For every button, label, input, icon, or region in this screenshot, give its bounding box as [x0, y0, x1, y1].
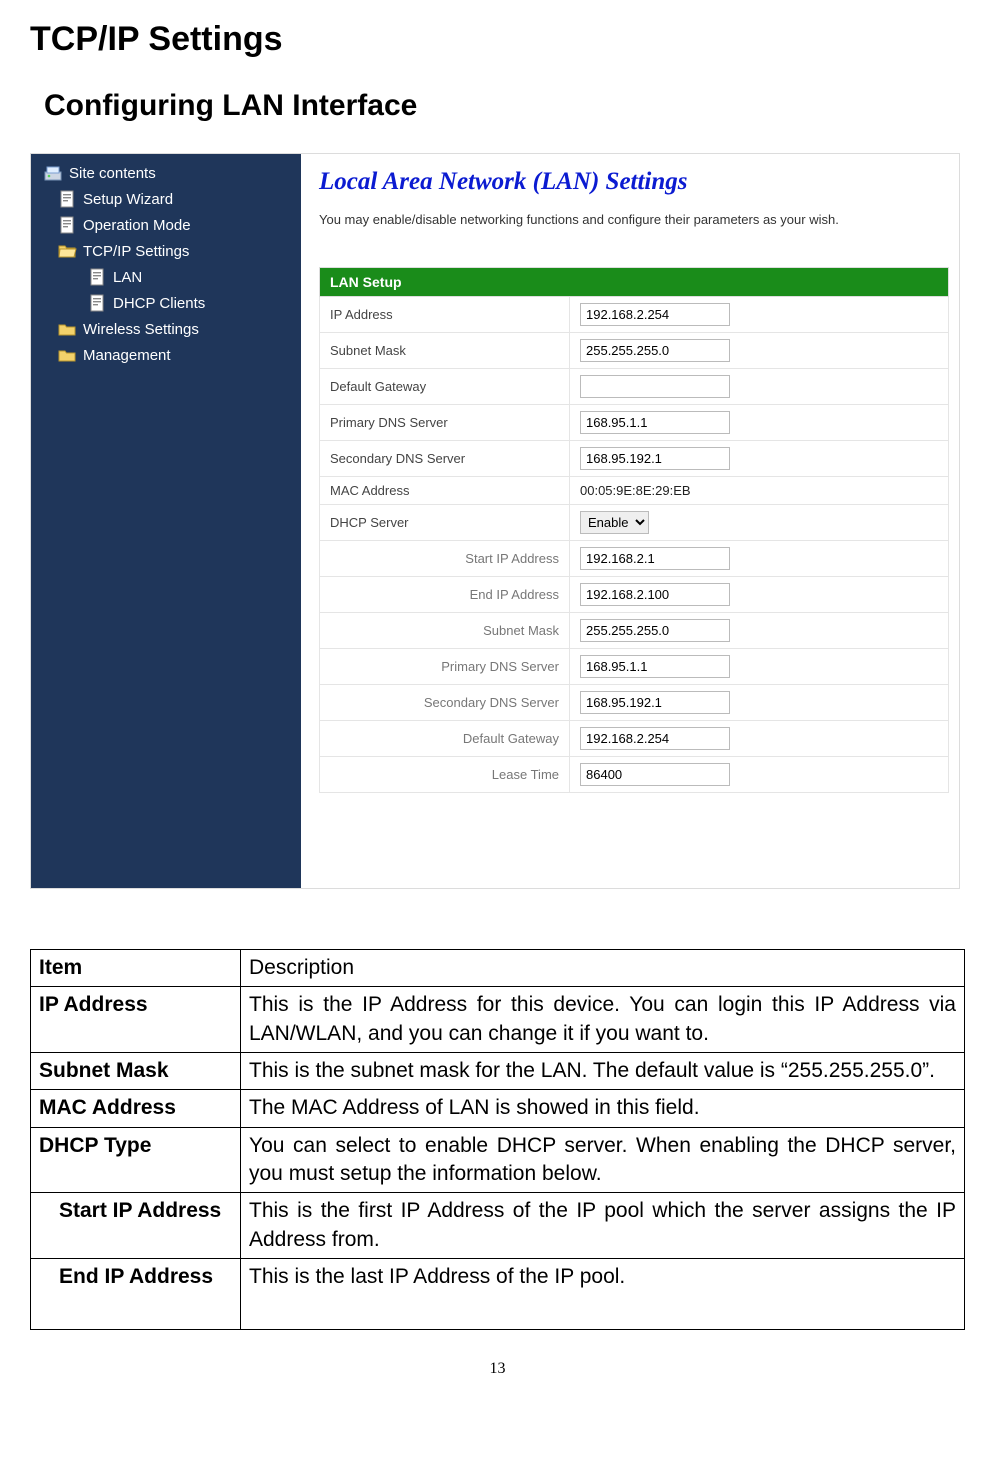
row-item: Subnet Mask	[31, 1053, 241, 1090]
page-title-h2: Configuring LAN Interface	[44, 89, 965, 123]
dhcp-gateway-input[interactable]	[580, 727, 730, 750]
table-row: DHCP Type You can select to enable DHCP …	[31, 1127, 965, 1193]
row-desc: This is the IP Address for this device. …	[241, 987, 965, 1053]
group-header: LAN Setup	[320, 268, 949, 297]
row-label: Primary DNS Server	[320, 405, 570, 441]
dhcp-subnet-input[interactable]	[580, 619, 730, 642]
folder-open-icon	[57, 242, 77, 260]
page-title-h1: TCP/IP Settings	[30, 20, 965, 59]
end-ip-input[interactable]	[580, 583, 730, 606]
screenshot-panel: Site contents Setup Wizard Operation Mod…	[30, 153, 960, 889]
row-label: End IP Address	[320, 577, 570, 613]
settings-content: Local Area Network (LAN) Settings You ma…	[301, 154, 959, 888]
row-label: Lease Time	[320, 757, 570, 793]
page-icon	[57, 190, 77, 208]
lease-time-input[interactable]	[580, 763, 730, 786]
subnet-mask-input[interactable]	[580, 339, 730, 362]
sidebar-item-wireless-settings[interactable]: Wireless Settings	[31, 316, 301, 342]
sidebar: Site contents Setup Wizard Operation Mod…	[31, 154, 301, 888]
row-label: Start IP Address	[320, 541, 570, 577]
section-title: Local Area Network (LAN) Settings	[319, 168, 949, 196]
sidebar-item-label: Operation Mode	[83, 217, 191, 234]
site-icon	[43, 164, 63, 182]
default-gateway-input[interactable]	[580, 375, 730, 398]
description-table: Item Description IP Address This is the …	[30, 949, 965, 1330]
sidebar-item-label: Management	[83, 347, 171, 364]
row-label: Default Gateway	[320, 721, 570, 757]
lan-setup-table: LAN Setup IP Address Subnet Mask Default…	[319, 267, 949, 793]
row-label: Primary DNS Server	[320, 649, 570, 685]
folder-icon	[57, 320, 77, 338]
ip-address-input[interactable]	[580, 303, 730, 326]
sidebar-item-label: Site contents	[69, 165, 156, 182]
sidebar-item-label: TCP/IP Settings	[83, 243, 189, 260]
sidebar-item-lan[interactable]: LAN	[31, 264, 301, 290]
row-label: IP Address	[320, 297, 570, 333]
sidebar-item-management[interactable]: Management	[31, 342, 301, 368]
row-desc: This is the last IP Address of the IP po…	[241, 1259, 965, 1330]
row-desc: The MAC Address of LAN is showed in this…	[241, 1090, 965, 1127]
table-header-row: Item Description	[31, 950, 965, 987]
folder-icon	[57, 346, 77, 364]
table-row: IP Address This is the IP Address for th…	[31, 987, 965, 1053]
start-ip-input[interactable]	[580, 547, 730, 570]
row-item: End IP Address	[31, 1259, 241, 1330]
sidebar-item-setup-wizard[interactable]: Setup Wizard	[31, 186, 301, 212]
row-label: Secondary DNS Server	[320, 685, 570, 721]
row-label: MAC Address	[320, 477, 570, 505]
row-label: Subnet Mask	[320, 333, 570, 369]
page-icon	[57, 216, 77, 234]
header-desc: Description	[241, 950, 965, 987]
page-number: 13	[30, 1360, 965, 1378]
row-label: Subnet Mask	[320, 613, 570, 649]
table-row: MAC Address The MAC Address of LAN is sh…	[31, 1090, 965, 1127]
header-item: Item	[31, 950, 241, 987]
sidebar-item-label: LAN	[113, 269, 142, 286]
row-desc: You can select to enable DHCP server. Wh…	[241, 1127, 965, 1193]
dhcp-server-select[interactable]: Enable	[580, 511, 649, 534]
row-item: DHCP Type	[31, 1127, 241, 1193]
sidebar-item-operation-mode[interactable]: Operation Mode	[31, 212, 301, 238]
row-desc: This is the subnet mask for the LAN. The…	[241, 1053, 965, 1090]
row-desc: This is the first IP Address of the IP p…	[241, 1193, 965, 1259]
page-icon	[87, 268, 107, 286]
sidebar-item-site-contents[interactable]: Site contents	[31, 160, 301, 186]
section-subtitle: You may enable/disable networking functi…	[319, 212, 949, 227]
table-row: Subnet Mask This is the subnet mask for …	[31, 1053, 965, 1090]
dhcp-secondary-dns-input[interactable]	[580, 691, 730, 714]
table-row: End IP Address This is the last IP Addre…	[31, 1259, 965, 1330]
sidebar-item-label: Setup Wizard	[83, 191, 173, 208]
row-item: IP Address	[31, 987, 241, 1053]
secondary-dns-input[interactable]	[580, 447, 730, 470]
mac-address-value: 00:05:9E:8E:29:EB	[580, 483, 691, 498]
page-icon	[87, 294, 107, 312]
sidebar-item-tcpip-settings[interactable]: TCP/IP Settings	[31, 238, 301, 264]
row-label: DHCP Server	[320, 505, 570, 541]
sidebar-item-label: Wireless Settings	[83, 321, 199, 338]
table-row: Start IP Address This is the first IP Ad…	[31, 1193, 965, 1259]
dhcp-primary-dns-input[interactable]	[580, 655, 730, 678]
row-item: Start IP Address	[31, 1193, 241, 1259]
row-label: Default Gateway	[320, 369, 570, 405]
row-label: Secondary DNS Server	[320, 441, 570, 477]
sidebar-item-dhcp-clients[interactable]: DHCP Clients	[31, 290, 301, 316]
primary-dns-input[interactable]	[580, 411, 730, 434]
row-item: MAC Address	[31, 1090, 241, 1127]
sidebar-item-label: DHCP Clients	[113, 295, 205, 312]
